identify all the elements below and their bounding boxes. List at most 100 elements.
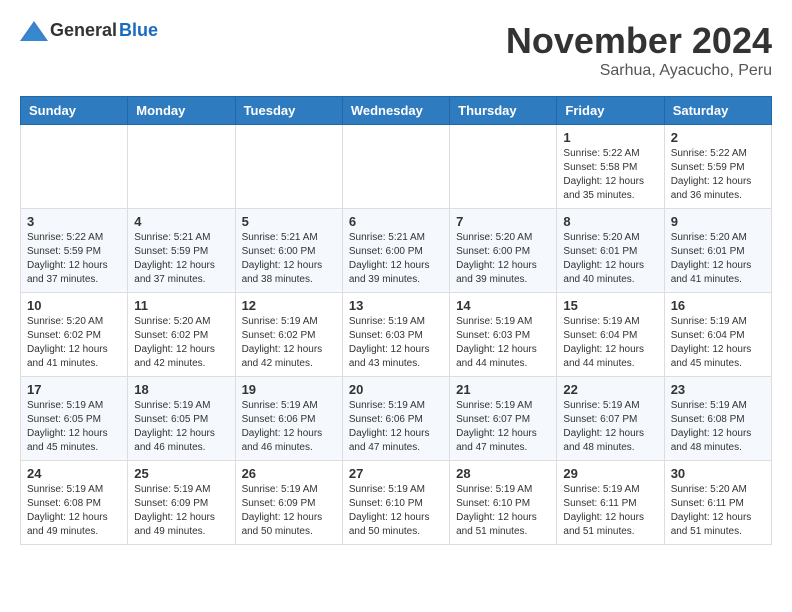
day-number: 6 [349, 214, 443, 229]
logo-blue-text: Blue [119, 20, 158, 41]
day-info: Sunrise: 5:19 AM Sunset: 6:03 PM Dayligh… [456, 315, 550, 371]
day-info: Sunrise: 5:19 AM Sunset: 6:05 PM Dayligh… [134, 399, 228, 455]
weekday-header: Wednesday [342, 97, 449, 125]
calendar-week-row: 3Sunrise: 5:22 AM Sunset: 5:59 PM Daylig… [21, 209, 772, 293]
day-info: Sunrise: 5:20 AM Sunset: 6:00 PM Dayligh… [456, 231, 550, 287]
weekday-header: Friday [557, 97, 664, 125]
day-number: 22 [563, 382, 657, 397]
calendar-cell: 16Sunrise: 5:19 AM Sunset: 6:04 PM Dayli… [664, 293, 771, 377]
page-header: GeneralBlue November 2024 Sarhua, Ayacuc… [20, 20, 772, 80]
calendar-cell: 18 Sunrise: 5:19 AM Sunset: 6:05 PM Dayli… [128, 377, 235, 461]
day-info: Sunrise: 5:20 AM Sunset: 6:02 PM Dayligh… [27, 315, 121, 371]
day-number: 13 [349, 298, 443, 313]
day-number: 18 [134, 382, 228, 397]
calendar-week-row: 10Sunrise: 5:20 AM Sunset: 6:02 PM Dayli… [21, 293, 772, 377]
calendar-cell: 10Sunrise: 5:20 AM Sunset: 6:02 PM Dayli… [21, 293, 128, 377]
day-info: Sunrise: 5:21 AM Sunset: 5:59 PM Dayligh… [134, 231, 228, 287]
day-info: Sunrise: 5:21 AM Sunset: 6:00 PM Dayligh… [349, 231, 443, 287]
weekday-header-row: SundayMondayTuesdayWednesdayThursdayFrid… [21, 97, 772, 125]
day-info: Sunrise: 5:20 AM Sunset: 6:01 PM Dayligh… [671, 231, 765, 287]
calendar-cell: 27 Sunrise: 5:19 AM Sunset: 6:10 PM Dayli… [342, 461, 449, 545]
calendar-week-row: 24Sunrise: 5:19 AM Sunset: 6:08 PM Dayli… [21, 461, 772, 545]
calendar-cell: 12 Sunrise: 5:19 AM Sunset: 6:02 PM Dayli… [235, 293, 342, 377]
day-info: Sunrise: 5:19 AM Sunset: 6:03 PM Dayligh… [349, 315, 443, 371]
day-number: 12 [242, 298, 336, 313]
calendar-cell: 15 Sunrise: 5:19 AM Sunset: 6:04 PM Dayli… [557, 293, 664, 377]
day-number: 29 [563, 466, 657, 481]
day-number: 21 [456, 382, 550, 397]
day-number: 16 [671, 298, 765, 313]
day-info: Sunrise: 5:19 AM Sunset: 6:11 PM Dayligh… [563, 483, 657, 539]
day-number: 19 [242, 382, 336, 397]
day-info: Sunrise: 5:22 AM Sunset: 5:58 PM Dayligh… [563, 147, 657, 203]
day-number: 7 [456, 214, 550, 229]
calendar-cell [450, 125, 557, 209]
calendar-cell: 26 Sunrise: 5:19 AM Sunset: 6:09 PM Dayli… [235, 461, 342, 545]
calendar-cell: 3Sunrise: 5:22 AM Sunset: 5:59 PM Daylig… [21, 209, 128, 293]
day-number: 25 [134, 466, 228, 481]
day-info: Sunrise: 5:21 AM Sunset: 6:00 PM Dayligh… [242, 231, 336, 287]
calendar-cell: 19 Sunrise: 5:19 AM Sunset: 6:06 PM Dayli… [235, 377, 342, 461]
calendar-week-row: 17 Sunrise: 5:19 AM Sunset: 6:05 PM Dayli… [21, 377, 772, 461]
day-number: 27 [349, 466, 443, 481]
weekday-header: Tuesday [235, 97, 342, 125]
day-info: Sunrise: 5:19 AM Sunset: 6:02 PM Dayligh… [242, 315, 336, 371]
day-info: Sunrise: 5:19 AM Sunset: 6:10 PM Dayligh… [349, 483, 443, 539]
weekday-header: Saturday [664, 97, 771, 125]
logo: GeneralBlue [20, 20, 158, 41]
day-info: Sunrise: 5:22 AM Sunset: 5:59 PM Dayligh… [671, 147, 765, 203]
weekday-header: Monday [128, 97, 235, 125]
day-number: 17 [27, 382, 121, 397]
day-number: 28 [456, 466, 550, 481]
calendar-cell [235, 125, 342, 209]
day-number: 15 [563, 298, 657, 313]
calendar-cell: 2 Sunrise: 5:22 AM Sunset: 5:59 PM Daylig… [664, 125, 771, 209]
calendar-cell: 30Sunrise: 5:20 AM Sunset: 6:11 PM Dayli… [664, 461, 771, 545]
logo-general-text: General [50, 20, 117, 41]
day-info: Sunrise: 5:19 AM Sunset: 6:08 PM Dayligh… [27, 483, 121, 539]
day-info: Sunrise: 5:19 AM Sunset: 6:08 PM Dayligh… [671, 399, 765, 455]
day-info: Sunrise: 5:19 AM Sunset: 6:07 PM Dayligh… [456, 399, 550, 455]
calendar-cell: 23Sunrise: 5:19 AM Sunset: 6:08 PM Dayli… [664, 377, 771, 461]
title-block: November 2024 Sarhua, Ayacucho, Peru [506, 20, 772, 80]
day-info: Sunrise: 5:19 AM Sunset: 6:04 PM Dayligh… [563, 315, 657, 371]
day-number: 1 [563, 130, 657, 145]
calendar-cell: 20 Sunrise: 5:19 AM Sunset: 6:06 PM Dayli… [342, 377, 449, 461]
day-number: 9 [671, 214, 765, 229]
day-info: Sunrise: 5:19 AM Sunset: 6:09 PM Dayligh… [134, 483, 228, 539]
day-info: Sunrise: 5:19 AM Sunset: 6:07 PM Dayligh… [563, 399, 657, 455]
day-info: Sunrise: 5:20 AM Sunset: 6:02 PM Dayligh… [134, 315, 228, 371]
logo-icon [20, 21, 48, 41]
calendar-cell: 4Sunrise: 5:21 AM Sunset: 5:59 PM Daylig… [128, 209, 235, 293]
calendar-week-row: 1 Sunrise: 5:22 AM Sunset: 5:58 PM Daylig… [21, 125, 772, 209]
day-number: 3 [27, 214, 121, 229]
calendar-cell: 28 Sunrise: 5:19 AM Sunset: 6:10 PM Dayli… [450, 461, 557, 545]
day-number: 2 [671, 130, 765, 145]
calendar-cell: 6 Sunrise: 5:21 AM Sunset: 6:00 PM Daylig… [342, 209, 449, 293]
day-number: 11 [134, 298, 228, 313]
calendar-cell: 1 Sunrise: 5:22 AM Sunset: 5:58 PM Daylig… [557, 125, 664, 209]
day-info: Sunrise: 5:19 AM Sunset: 6:06 PM Dayligh… [349, 399, 443, 455]
calendar-cell: 5 Sunrise: 5:21 AM Sunset: 6:00 PM Daylig… [235, 209, 342, 293]
calendar-cell: 17 Sunrise: 5:19 AM Sunset: 6:05 PM Dayli… [21, 377, 128, 461]
calendar-cell: 29 Sunrise: 5:19 AM Sunset: 6:11 PM Dayli… [557, 461, 664, 545]
calendar-cell: 9 Sunrise: 5:20 AM Sunset: 6:01 PM Daylig… [664, 209, 771, 293]
day-number: 8 [563, 214, 657, 229]
calendar-cell [342, 125, 449, 209]
month-title: November 2024 [506, 20, 772, 62]
day-info: Sunrise: 5:19 AM Sunset: 6:05 PM Dayligh… [27, 399, 121, 455]
day-info: Sunrise: 5:20 AM Sunset: 6:01 PM Dayligh… [563, 231, 657, 287]
calendar-table: SundayMondayTuesdayWednesdayThursdayFrid… [20, 96, 772, 545]
calendar-cell: 14Sunrise: 5:19 AM Sunset: 6:03 PM Dayli… [450, 293, 557, 377]
day-number: 5 [242, 214, 336, 229]
day-info: Sunrise: 5:19 AM Sunset: 6:09 PM Dayligh… [242, 483, 336, 539]
calendar-cell: 13 Sunrise: 5:19 AM Sunset: 6:03 PM Dayli… [342, 293, 449, 377]
calendar-cell: 22 Sunrise: 5:19 AM Sunset: 6:07 PM Dayli… [557, 377, 664, 461]
calendar-cell: 25 Sunrise: 5:19 AM Sunset: 6:09 PM Dayli… [128, 461, 235, 545]
day-info: Sunrise: 5:19 AM Sunset: 6:06 PM Dayligh… [242, 399, 336, 455]
day-number: 20 [349, 382, 443, 397]
day-number: 30 [671, 466, 765, 481]
calendar-cell: 21 Sunrise: 5:19 AM Sunset: 6:07 PM Dayli… [450, 377, 557, 461]
day-number: 26 [242, 466, 336, 481]
day-info: Sunrise: 5:19 AM Sunset: 6:10 PM Dayligh… [456, 483, 550, 539]
